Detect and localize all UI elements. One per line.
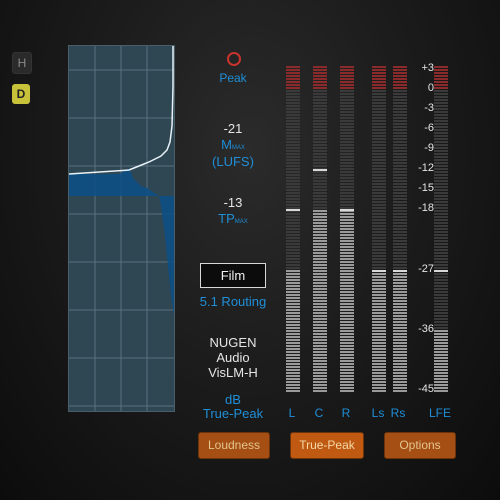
meter-rs <box>393 66 407 393</box>
film-preset-button[interactable]: Film <box>200 263 266 288</box>
tp-max-value: -13 <box>223 195 243 210</box>
scale-label: +3 <box>421 62 434 74</box>
meter-r <box>340 66 354 393</box>
history-svg <box>69 46 174 411</box>
h-button[interactable]: H <box>12 52 32 74</box>
meter-c <box>313 66 327 393</box>
peak-hold-ls <box>372 269 386 272</box>
channel-label-c: C <box>314 406 324 420</box>
product-name-1: NUGEN <box>209 335 257 350</box>
scale-label: -9 <box>424 142 434 155</box>
unit-label-1: dB <box>225 392 241 407</box>
scale-label: -45 <box>418 383 434 395</box>
peak-hold-rs <box>393 269 407 272</box>
unit-label-2: True-Peak <box>202 406 264 421</box>
tp-max-label: TPMAX <box>218 211 248 226</box>
m-max-label: MMAX <box>221 137 245 152</box>
scale-label: -18 <box>418 202 434 215</box>
routing-label[interactable]: 5.1 Routing <box>178 294 288 309</box>
m-max-value: -21 <box>223 121 243 136</box>
d-button[interactable]: D <box>12 84 30 104</box>
true-peak-button[interactable]: True-Peak <box>290 432 364 459</box>
scale-label: -15 <box>418 182 434 195</box>
scale-label: -27 <box>418 262 434 275</box>
scale-label: -3 <box>424 102 434 115</box>
scale-label: -6 <box>424 122 434 135</box>
options-button[interactable]: Options <box>384 432 456 459</box>
product-name-3: VisLM-H <box>208 365 258 380</box>
channel-label-lfe: LFE <box>428 406 451 420</box>
tp-max-sub: MAX <box>234 219 248 225</box>
lufs-label: (LUFS) <box>212 154 254 169</box>
peak-hold-c <box>313 169 327 172</box>
meter-l <box>286 66 300 393</box>
scale-label: 0 <box>427 82 434 95</box>
channel-label-rs: Rs <box>390 406 406 420</box>
vislm-plugin-window: H D Peak -21 MMAX (LUFS) -13 TPMAX Film … <box>0 0 500 500</box>
peak-hold-l <box>286 209 300 212</box>
peak-hold-r <box>340 209 354 212</box>
scale-label: -36 <box>418 322 434 335</box>
peak-hold-lfe <box>434 269 448 272</box>
peak-label: Peak <box>219 71 247 85</box>
scale-label: -12 <box>418 162 434 175</box>
channel-label-r: R <box>341 406 351 420</box>
product-name-2: Audio <box>216 350 250 365</box>
meter-lfe <box>434 66 448 393</box>
meter-ls <box>372 66 386 393</box>
channel-label-l: L <box>288 406 296 420</box>
loudness-history-graph[interactable] <box>68 45 175 412</box>
m-max-sub: MAX <box>231 145 245 151</box>
peak-indicator-icon <box>227 52 241 66</box>
loudness-button[interactable]: Loudness <box>198 432 270 459</box>
